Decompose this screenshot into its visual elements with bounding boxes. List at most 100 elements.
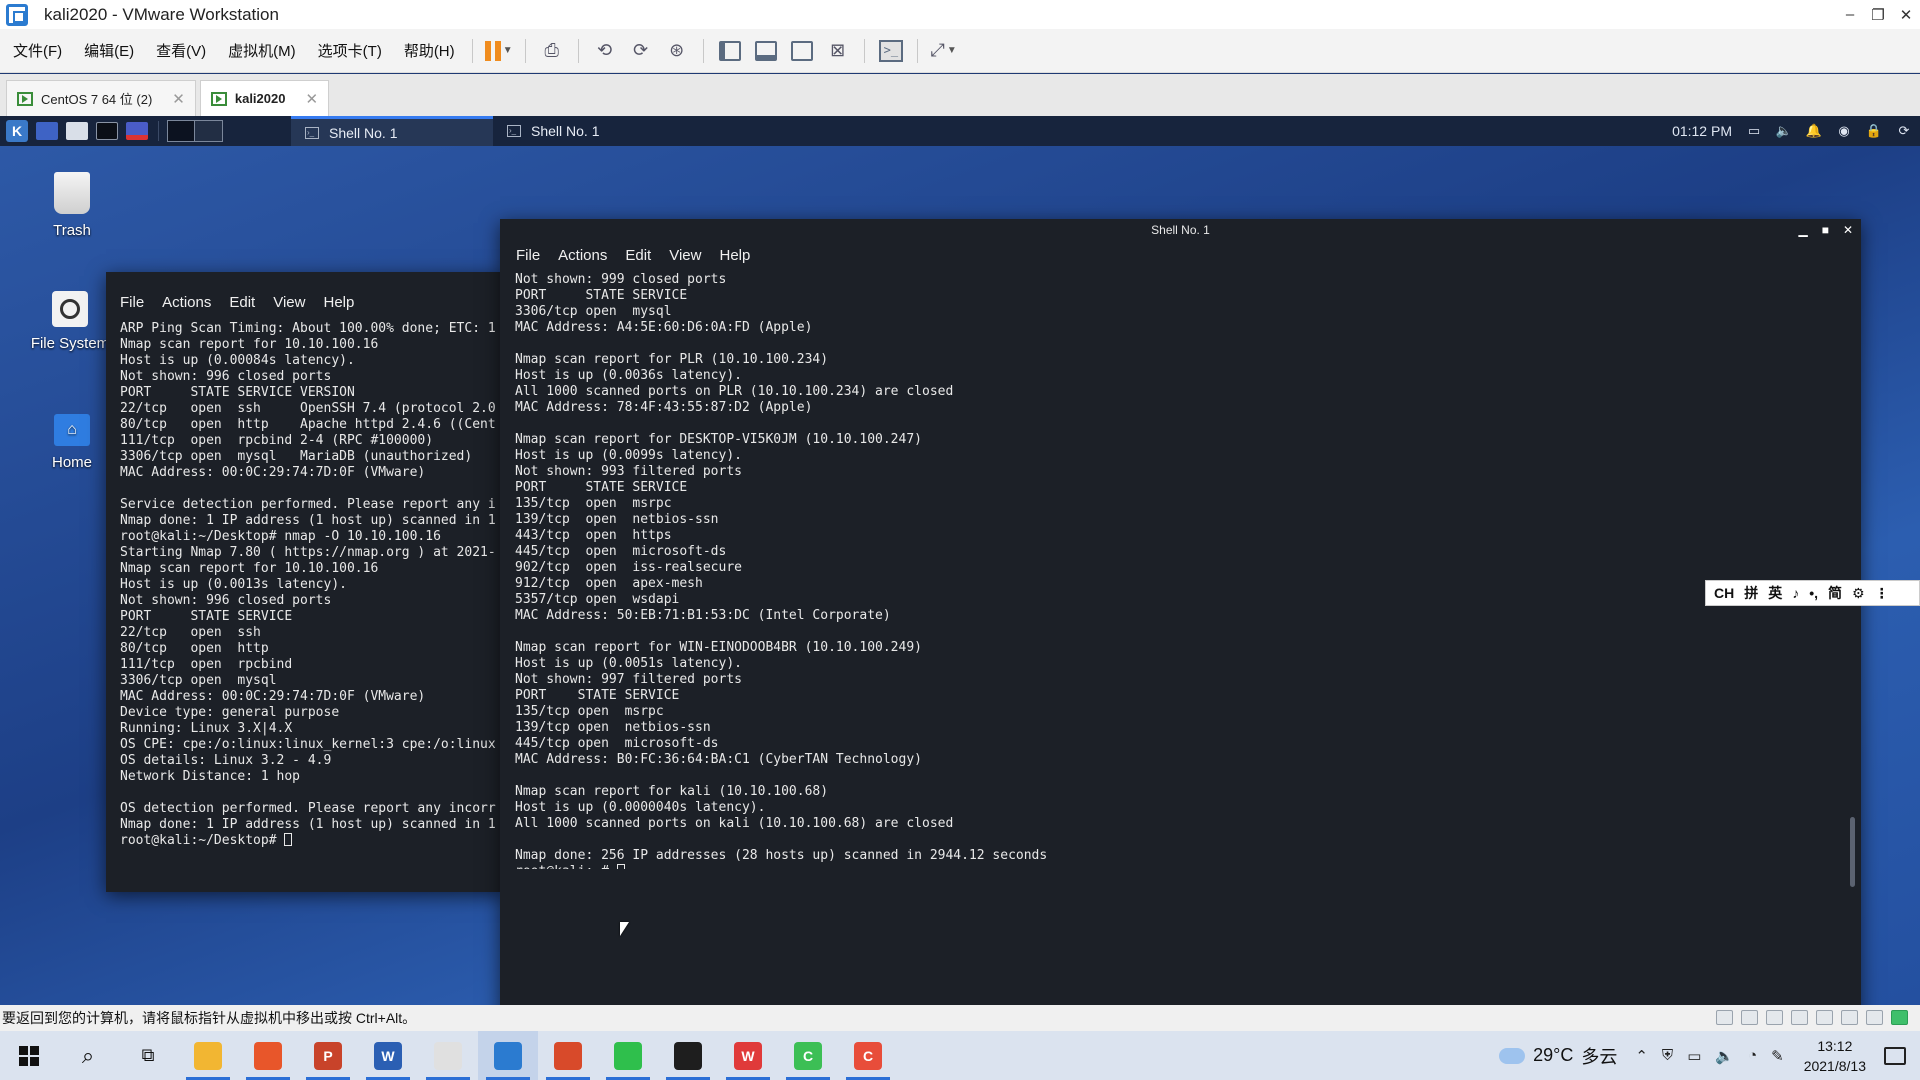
snapshot-icon[interactable]: ⟲ (591, 37, 619, 65)
security-icon[interactable]: ⛨ (1662, 1047, 1673, 1064)
ime-simplified[interactable]: 简 (1828, 583, 1842, 603)
panel-clock[interactable]: 01:12 PM (1672, 123, 1732, 139)
pause-vm-button[interactable]: ▼ (484, 37, 513, 65)
terminal-menu-actions[interactable]: Actions (162, 294, 211, 311)
close-icon[interactable]: ✕ (172, 90, 185, 108)
battery-icon[interactable]: ▭ (1687, 1047, 1701, 1065)
ime-settings-icon[interactable]: ⚙ (1852, 585, 1865, 602)
usb-icon[interactable] (1841, 1010, 1858, 1025)
display-icon[interactable]: ▭ (1746, 123, 1762, 139)
desktop-icon-trash[interactable]: Trash (27, 172, 117, 239)
unity-icon[interactable]: ⊠ (824, 37, 852, 65)
taskbar-app-wps[interactable]: W (718, 1031, 778, 1080)
terminal-menu-view[interactable]: View (273, 294, 305, 311)
browser-launcher-icon[interactable] (126, 122, 148, 140)
snapshot-manager-icon[interactable]: ⊛ (663, 37, 691, 65)
printer-icon[interactable] (1791, 1010, 1808, 1025)
notification-bell-icon[interactable]: 🔔 (1806, 123, 1822, 139)
terminal-scrollbar[interactable] (1850, 817, 1855, 887)
menu-view[interactable]: 查看(V) (147, 40, 215, 61)
ime-pinyin[interactable]: 拼 (1744, 583, 1758, 603)
file-manager-icon[interactable] (66, 122, 88, 140)
taskbar-clock[interactable]: 13:12 2021/8/13 (1804, 1036, 1866, 1076)
show-thumbnail-icon[interactable] (752, 37, 780, 65)
cd-drive-icon[interactable] (1741, 1010, 1758, 1025)
terminal-menu-edit[interactable]: Edit (625, 247, 651, 269)
taskbar-app-powerpoint[interactable]: P (298, 1031, 358, 1080)
wifi-icon[interactable]: ◔ (1748, 1047, 1757, 1064)
tab-centos[interactable]: CentOS 7 64 位 (2) ✕ (6, 80, 196, 116)
start-button[interactable] (0, 1031, 58, 1080)
message-log-icon[interactable] (1891, 1010, 1908, 1025)
terminal-menu-file[interactable]: File (516, 247, 540, 269)
maximize-icon[interactable]: ■ (1822, 219, 1829, 241)
ime-toolbar[interactable]: CH 拼 英 ♪ •, 简 ⚙ ⋮ (1705, 580, 1920, 606)
terminal-menu-edit[interactable]: Edit (229, 294, 255, 311)
full-screen-icon[interactable] (788, 37, 816, 65)
close-icon[interactable]: ✕ (1843, 219, 1853, 241)
minimize-icon[interactable]: ▁ (1798, 219, 1807, 241)
terminal-menu-help[interactable]: Help (323, 294, 354, 311)
action-center-icon[interactable] (1884, 1046, 1906, 1065)
network-icon[interactable]: ◉ (1836, 123, 1852, 139)
taskbar-app-office[interactable] (538, 1031, 598, 1080)
terminal-output[interactable]: Not shown: 999 closed ports PORT STATE S… (500, 269, 1861, 869)
taskbar-app-firefox[interactable] (238, 1031, 298, 1080)
taskbar-item-shell-1[interactable]: ›_ Shell No. 1 (291, 116, 493, 146)
workspace-switcher[interactable] (167, 120, 223, 142)
display-icon[interactable] (1866, 1010, 1883, 1025)
stretch-guest-icon[interactable]: ⤢ ▼ (930, 37, 958, 65)
ime-english-mode[interactable]: 英 (1768, 583, 1782, 603)
taskbar-app-vmware-workstation[interactable] (478, 1031, 538, 1080)
show-library-icon[interactable] (716, 37, 744, 65)
ime-punctuation[interactable]: •, (1809, 585, 1818, 601)
terminal-launcher-icon[interactable] (96, 122, 118, 140)
terminal-window-front[interactable]: Shell No. 1 ▁ ■ ✕ File Actions Edit View… (500, 219, 1861, 1005)
revert-snapshot-icon[interactable]: ⟳ (627, 37, 655, 65)
show-hidden-icons-icon[interactable]: ⌃ (1635, 1047, 1648, 1065)
terminal-menu-view[interactable]: View (669, 247, 701, 269)
tab-kali2020[interactable]: kali2020 ✕ (199, 80, 330, 116)
desktop-icon-filesystem[interactable]: File System (25, 291, 115, 352)
menu-vm[interactable]: 虚拟机(M) (219, 40, 305, 61)
send-ctrl-alt-del-icon[interactable]: ⎙ (538, 37, 566, 65)
maximize-button[interactable]: ❐ (1864, 0, 1892, 29)
lock-icon[interactable]: 🔒 (1866, 123, 1882, 139)
task-view-button[interactable]: ⧉ (118, 1031, 178, 1080)
terminal-window-back[interactable]: File Actions Edit View Help ARP Ping Sca… (106, 272, 506, 892)
ime-more-icon[interactable]: ⋮ (1875, 585, 1889, 602)
network-adapter-icon[interactable] (1766, 1010, 1783, 1025)
menu-file[interactable]: 文件(F) (4, 40, 71, 61)
menu-edit[interactable]: 编辑(E) (75, 40, 143, 61)
taskbar-app-file-explorer[interactable] (178, 1031, 238, 1080)
pen-icon[interactable]: ✎ (1771, 1047, 1784, 1065)
show-desktop-icon[interactable] (36, 122, 58, 140)
taskbar-app-java[interactable] (418, 1031, 478, 1080)
menu-help[interactable]: 帮助(H) (395, 40, 464, 61)
close-icon[interactable]: ✕ (305, 90, 318, 108)
kali-menu-icon[interactable]: K (6, 120, 28, 142)
sound-card-icon[interactable] (1816, 1010, 1833, 1025)
ime-moon-icon[interactable]: ♪ (1792, 585, 1799, 601)
taskbar-app-terminal[interactable] (658, 1031, 718, 1080)
terminal-menu-file[interactable]: File (120, 294, 144, 311)
volume-icon[interactable]: 🔈 (1715, 1047, 1734, 1065)
volume-icon[interactable]: 🔈 (1776, 123, 1792, 139)
power-icon[interactable]: ⟳ (1896, 123, 1912, 139)
terminal-output[interactable]: ARP Ping Scan Timing: About 100.00% done… (120, 321, 506, 849)
terminal-menu-help[interactable]: Help (719, 247, 750, 269)
taskbar-app-app-red[interactable]: C (838, 1031, 898, 1080)
search-button[interactable]: ⌕ (58, 1031, 118, 1080)
console-view-icon[interactable]: >_ (877, 37, 905, 65)
taskbar-item-shell-2[interactable]: ›_ Shell No. 1 (493, 116, 693, 146)
minimize-button[interactable]: – (1836, 0, 1864, 29)
hard-disk-icon[interactable] (1716, 1010, 1733, 1025)
terminal-menu-actions[interactable]: Actions (558, 247, 607, 269)
menu-tabs[interactable]: 选项卡(T) (309, 40, 391, 61)
taskbar-app-app-green[interactable]: C (778, 1031, 838, 1080)
taskbar-app-word[interactable]: W (358, 1031, 418, 1080)
ime-language[interactable]: CH (1714, 585, 1734, 601)
desktop-icon-home[interactable]: ⌂ Home (27, 414, 117, 471)
taskbar-app-wechat[interactable] (598, 1031, 658, 1080)
guest-desktop[interactable]: K ›_ Shell No. 1 ›_ Shell No. 1 01:12 PM… (0, 116, 1920, 1005)
